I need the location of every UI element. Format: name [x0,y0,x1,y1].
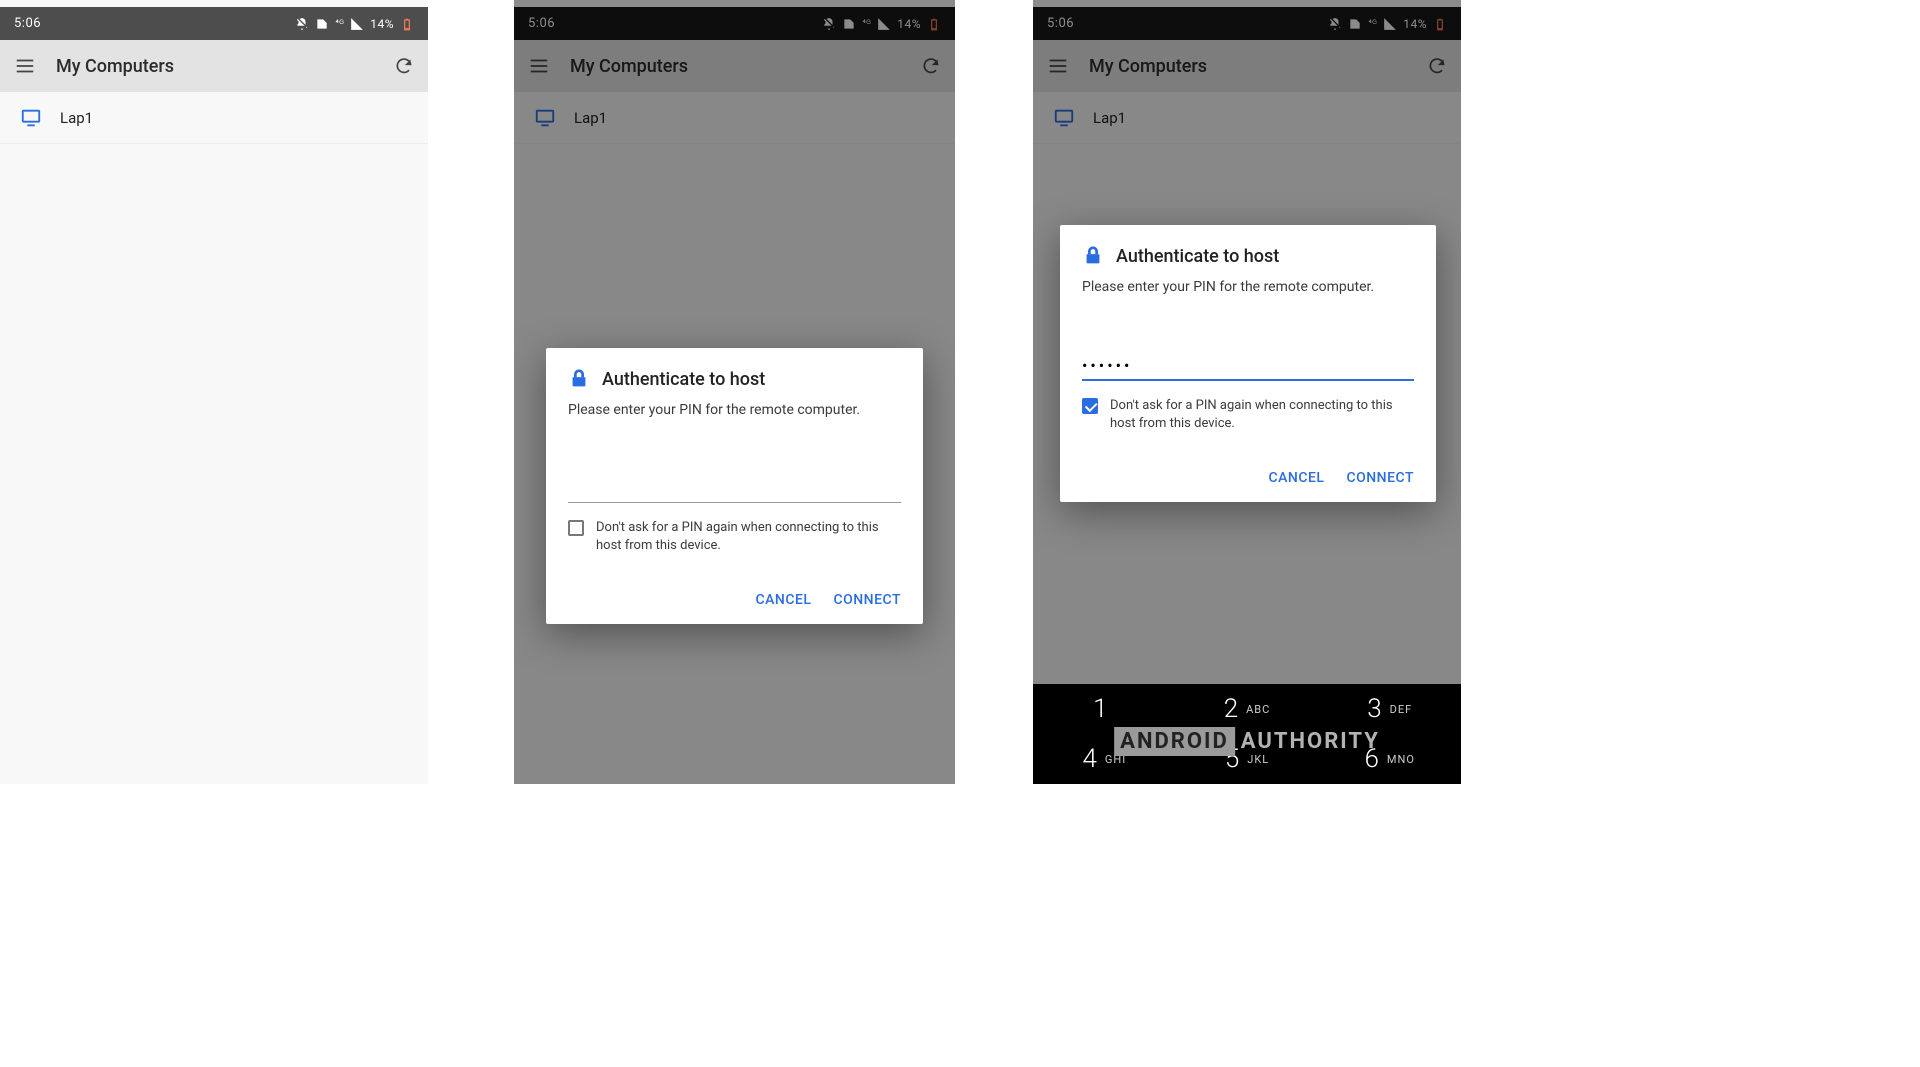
phone-screen-2: 5:06 ⁴ᴳ 14% My Computers Lap1 Authentica… [514,0,955,784]
number-keyboard: 1 2ABC 3DEF 4GHI 5JKL 6MNO ANDROID AUTHO… [1033,684,1461,784]
watermark-left: ANDROID [1114,727,1235,756]
remember-checkbox-label: Don't ask for a PIN again when connectin… [596,519,901,554]
bell-off-icon [295,17,309,31]
spacer [428,0,514,1067]
status-time: 5:06 [14,16,41,31]
dialog-message: Please enter your PIN for the remote com… [568,402,901,418]
watermark-right: AUTHORITY [1241,729,1380,754]
lock-icon [1082,245,1104,267]
auth-dialog: Authenticate to host Please enter your P… [546,348,923,624]
dialog-title: Authenticate to host [602,369,765,390]
checkbox-unchecked-icon[interactable] [568,520,584,536]
battery-icon [400,17,414,31]
connect-button[interactable]: CONNECT [833,592,901,608]
status-icons-right: ⁴ᴳ 14% [295,17,414,31]
refresh-icon[interactable] [394,56,414,76]
spacer [955,0,1033,1067]
remember-checkbox-row[interactable]: Don't ask for a PIN again when connectin… [1082,397,1414,432]
signal-icon [350,17,364,31]
monitor-icon [20,107,42,129]
dialog-title: Authenticate to host [1116,246,1279,267]
menu-icon[interactable] [14,55,36,77]
connect-button[interactable]: CONNECT [1346,470,1414,486]
phone-screen-1: 5:06 ⁴ᴳ 14% My Computers Lap1 [0,0,428,784]
cancel-button[interactable]: CANCEL [755,592,811,608]
network-label: ⁴ᴳ [335,18,344,29]
remember-checkbox-row[interactable]: Don't ask for a PIN again when connectin… [568,519,901,554]
remember-checkbox-label: Don't ask for a PIN again when connectin… [1110,397,1414,432]
watermark: ANDROID AUTHORITY [1114,727,1380,756]
sim-icon [315,17,329,31]
lock-icon [568,368,590,390]
host-row[interactable]: Lap1 [0,92,428,144]
app-bar-title: My Computers [56,56,374,77]
cancel-button[interactable]: CANCEL [1268,470,1324,486]
auth-dialog: Authenticate to host Please enter your P… [1060,225,1436,502]
status-bar: 5:06 ⁴ᴳ 14% [0,7,428,40]
pin-input[interactable] [568,473,901,503]
host-name: Lap1 [60,109,93,127]
battery-percent: 14% [370,17,394,31]
pin-input[interactable] [1082,350,1414,381]
app-bar: My Computers [0,40,428,92]
checkbox-checked-icon[interactable] [1082,398,1098,414]
empty-content [0,144,428,784]
phone-screen-3: 5:06 ⁴ᴳ 14% My Computers Lap1 Authentica… [1033,0,1461,784]
dialog-message: Please enter your PIN for the remote com… [1082,279,1414,295]
